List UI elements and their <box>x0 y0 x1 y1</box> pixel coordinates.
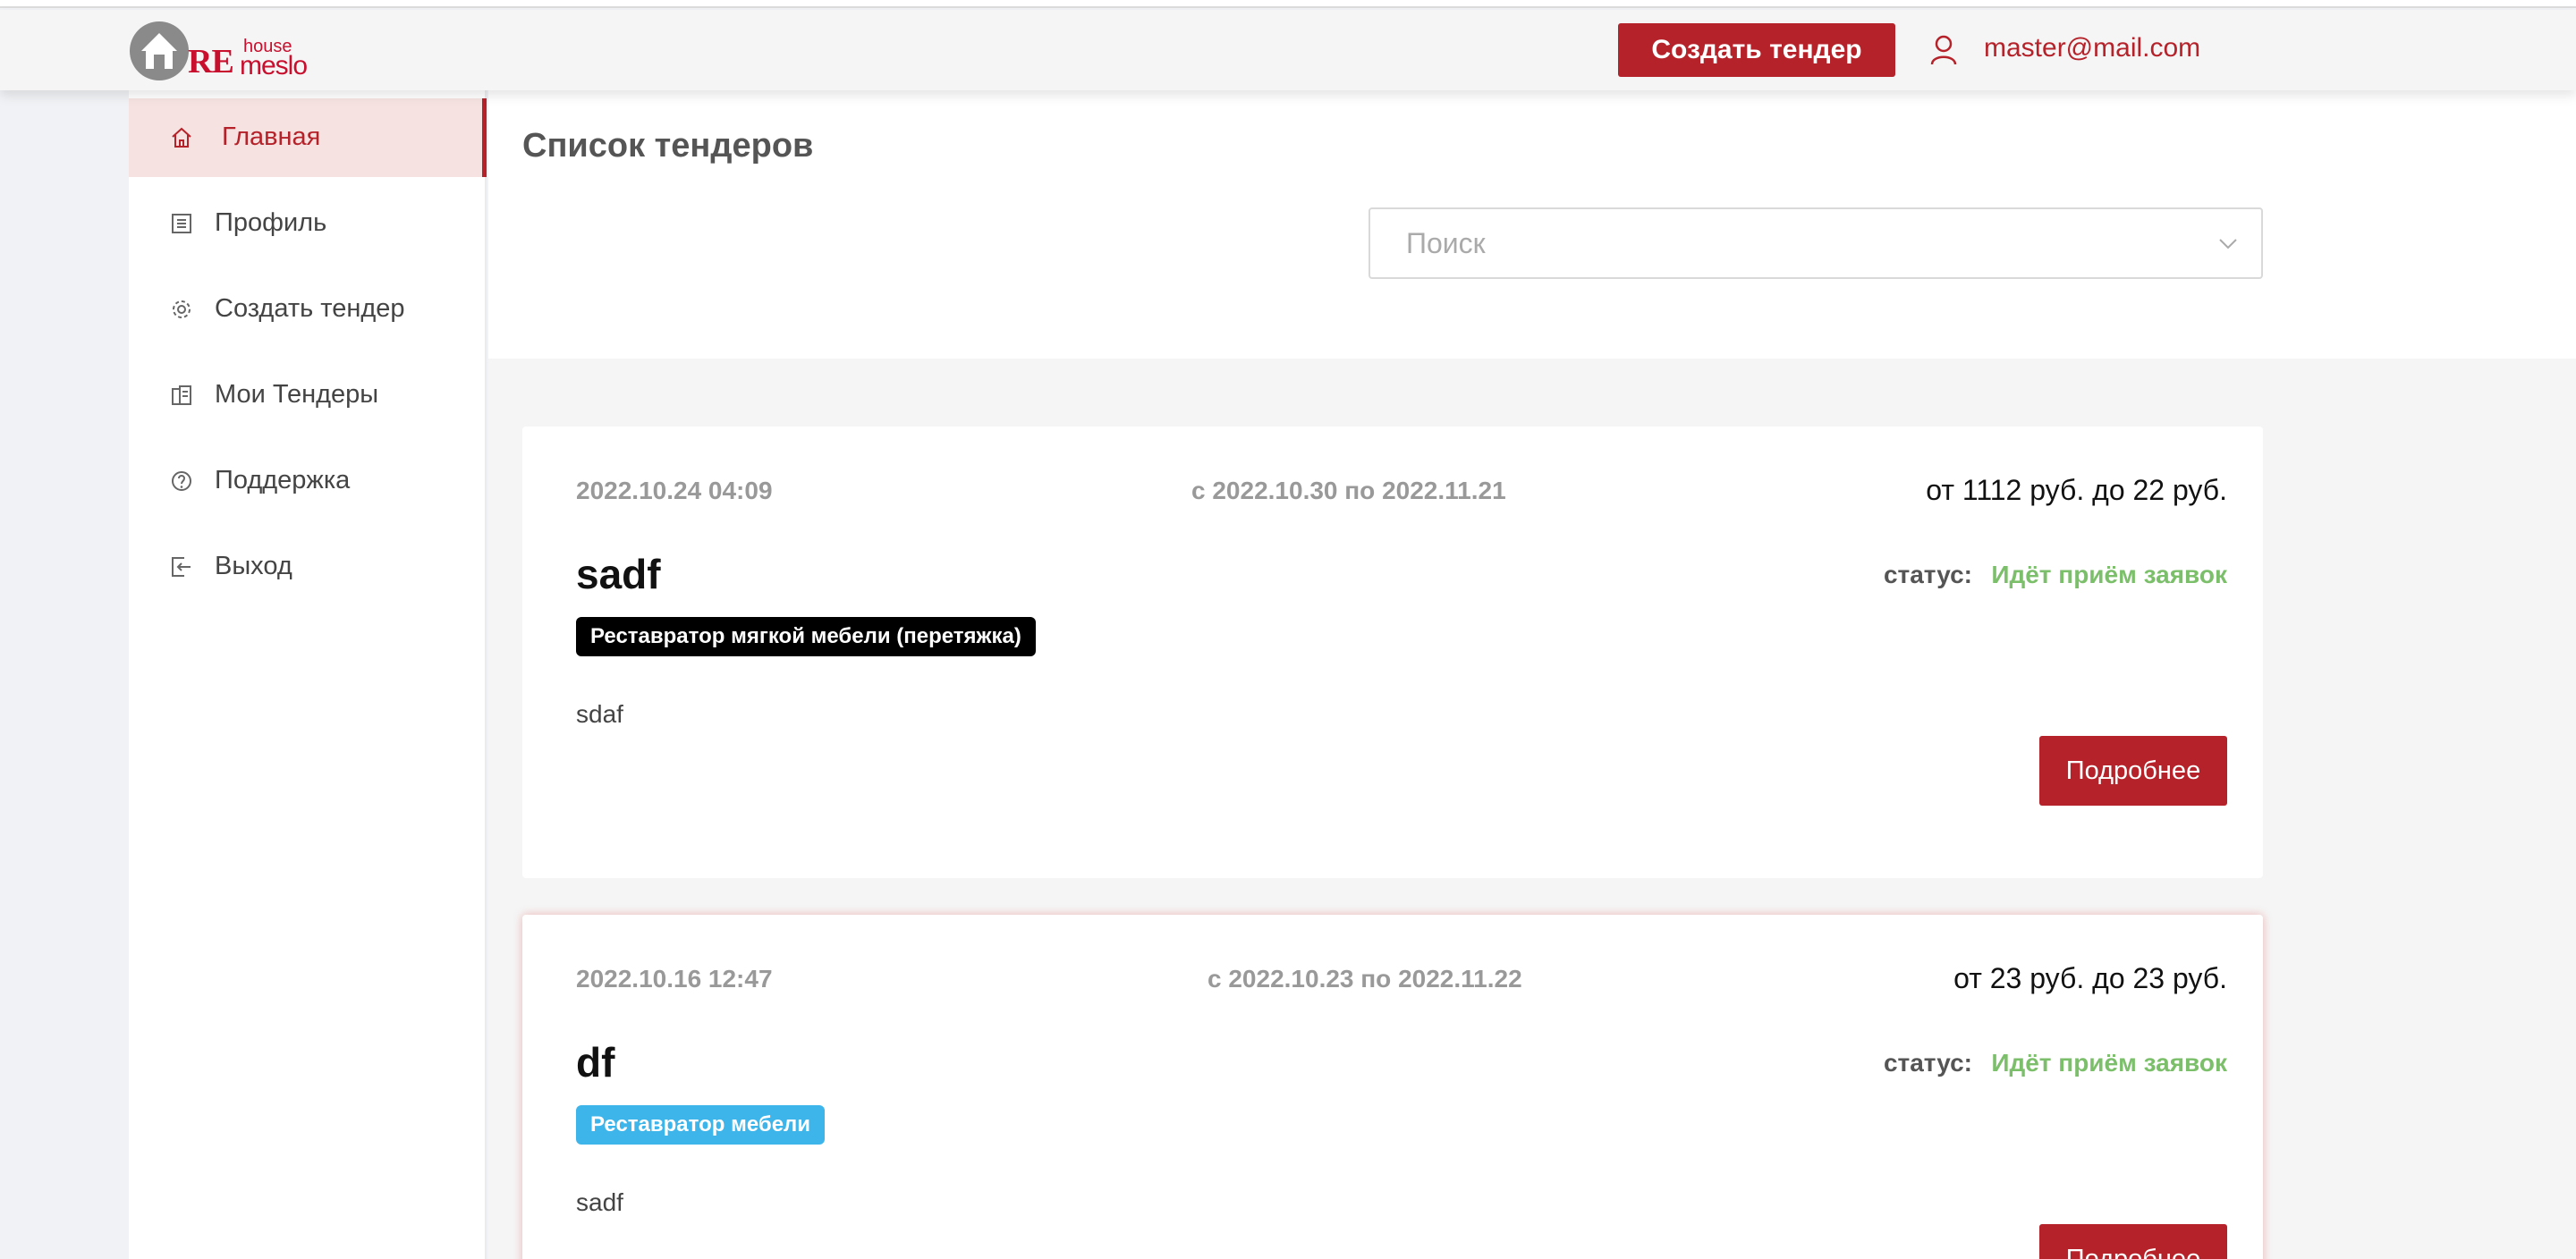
tenders-icon <box>172 385 191 405</box>
logo-meslo: meslo <box>240 51 308 80</box>
details-button[interactable]: Подробнее <box>2039 736 2227 806</box>
sidebar-item-label: Поддержка <box>215 466 351 494</box>
search-input[interactable]: Поиск <box>1368 207 2263 279</box>
page-title: Список тендеров <box>522 127 814 165</box>
home-icon <box>172 127 191 148</box>
logo[interactable]: RE house meslo <box>129 19 308 83</box>
user-email[interactable]: master@mail.com <box>1984 33 2200 63</box>
tender-created-date: 2022.10.24 04:09 <box>576 477 773 504</box>
tender-title: sadf <box>576 551 661 597</box>
profile-icon <box>172 214 191 233</box>
create-tender-button[interactable]: Создать тендер <box>1618 23 1895 77</box>
chevron-down-icon[interactable] <box>2218 238 2238 250</box>
sidebar-item-logout[interactable]: Выход <box>129 528 487 606</box>
sidebar-item-create-tender[interactable]: Создать тендер <box>129 270 487 349</box>
details-button[interactable]: Подробнее <box>2039 1224 2227 1259</box>
tender-created-date: 2022.10.16 12:47 <box>576 965 773 993</box>
tender-period: с 2022.10.23 по 2022.11.22 <box>1208 965 1522 993</box>
category-tag: Реставратор мягкой мебели (перетяжка) <box>576 617 1036 656</box>
tender-description: sadf <box>576 1188 623 1216</box>
logo-house-icon <box>130 21 189 80</box>
status-badge: Идёт приём заявок <box>1991 1049 2227 1077</box>
sidebar-item-label: Выход <box>215 552 292 580</box>
search-placeholder: Поиск <box>1406 227 1486 259</box>
tender-price: от 23 руб. до 23 руб. <box>1953 962 2227 994</box>
sidebar-item-home[interactable]: Главная <box>129 98 487 177</box>
sidebar-item-label: Главная <box>222 123 321 151</box>
top-border <box>0 0 2576 8</box>
tender-price: от 1112 руб. до 22 руб. <box>1926 474 2227 506</box>
sidebar: Главная Профиль Создать тендер Мои Тенде… <box>129 90 487 1259</box>
gear-icon <box>173 300 191 318</box>
sidebar-item-label: Мои Тендеры <box>215 380 379 409</box>
sidebar-item-label: Профиль <box>215 208 327 237</box>
sidebar-item-profile[interactable]: Профиль <box>129 184 487 263</box>
user-icon[interactable] <box>1930 35 1957 65</box>
sidebar-item-support[interactable]: Поддержка <box>129 442 487 520</box>
tender-period: с 2022.10.30 по 2022.11.21 <box>1191 477 1506 504</box>
logo-re: RE <box>188 43 234 80</box>
status-badge: Идёт приём заявок <box>1991 561 2227 588</box>
tender-card: 2022.10.16 12:47 с 2022.10.23 по 2022.11… <box>522 915 2263 1259</box>
sidebar-item-label: Создать тендер <box>215 294 405 323</box>
logout-icon <box>172 557 191 577</box>
status-label: статус: <box>1883 561 1972 588</box>
status-label: статус: <box>1883 1049 1972 1077</box>
sidebar-item-my-tenders[interactable]: Мои Тендеры <box>129 356 487 435</box>
category-tag: Реставратор мебели <box>576 1105 826 1145</box>
header: RE house meslo Создать тендер master@mai… <box>0 10 2576 90</box>
tender-title: df <box>576 1039 615 1086</box>
tender-description: sdaf <box>576 700 623 728</box>
help-icon <box>172 471 191 491</box>
tender-card: 2022.10.24 04:09 с 2022.10.30 по 2022.11… <box>522 427 2263 878</box>
